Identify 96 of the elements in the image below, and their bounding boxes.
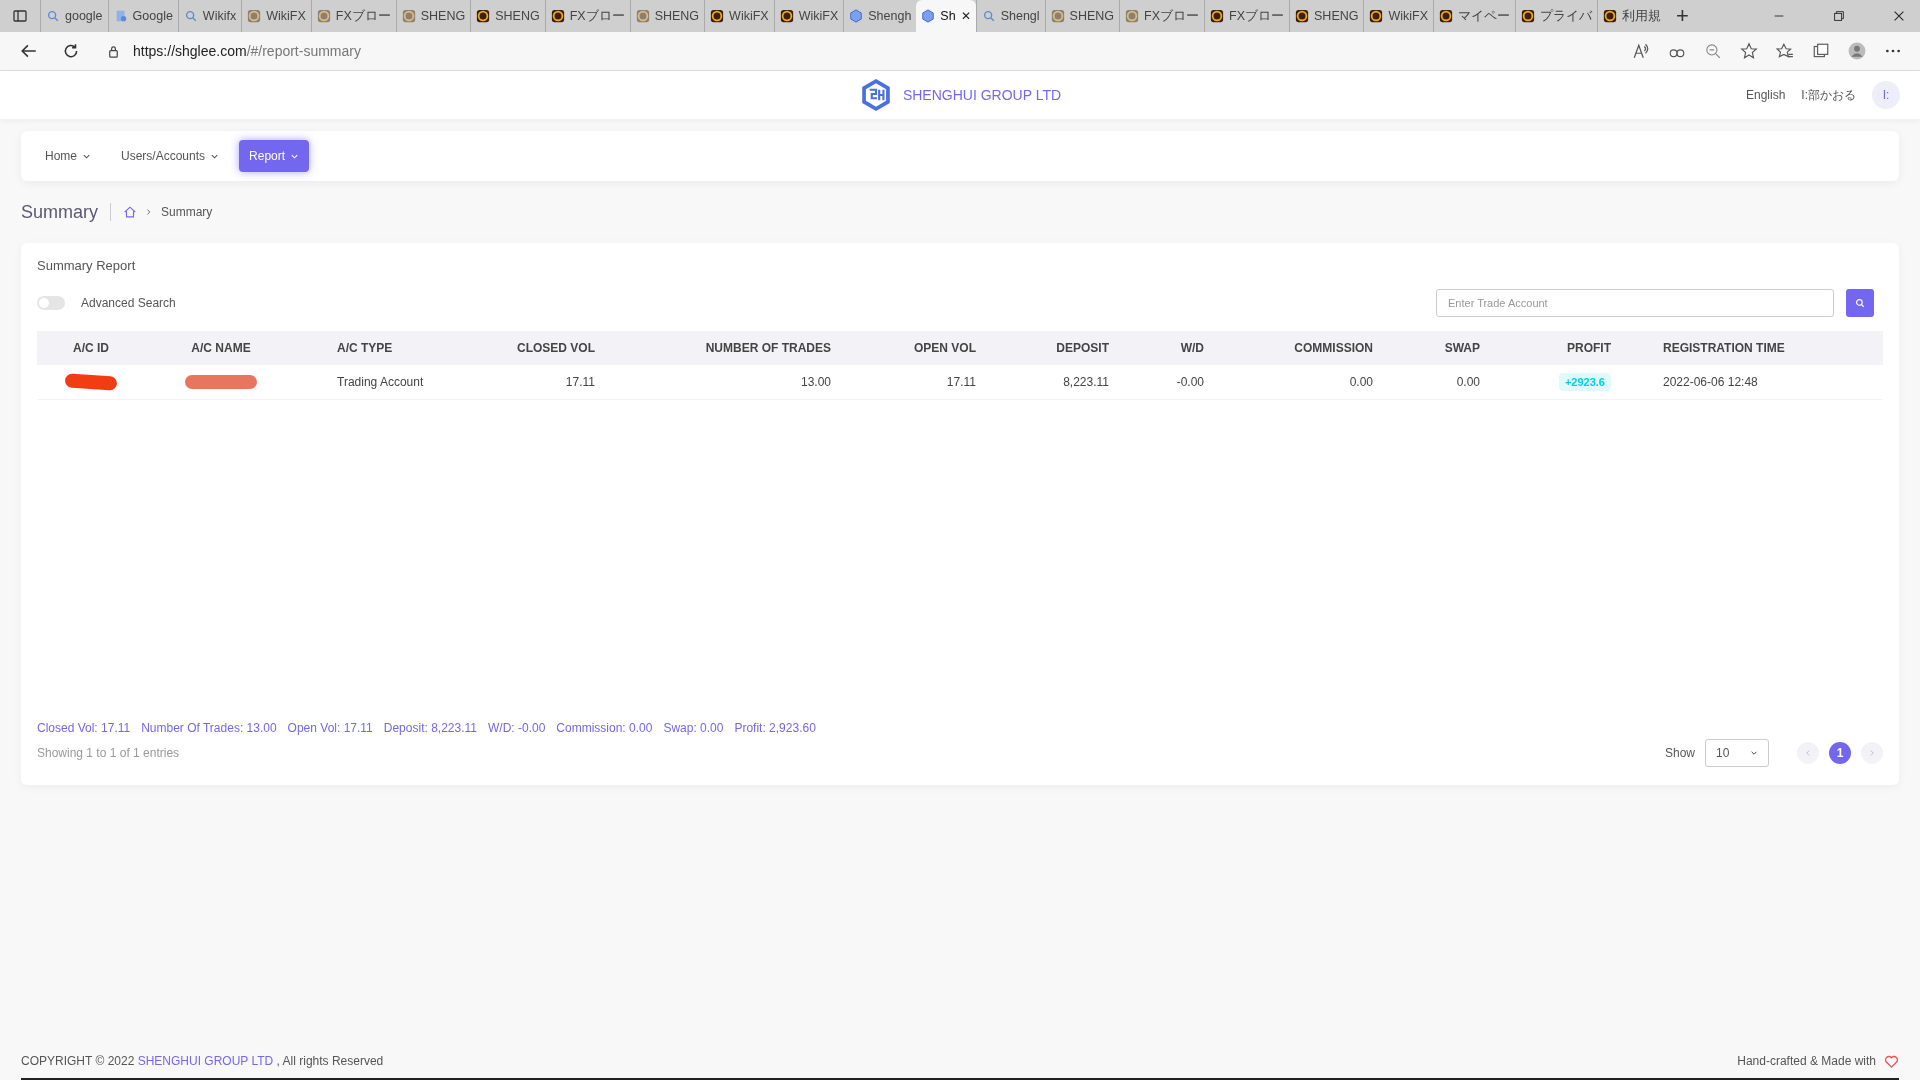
user-name[interactable]: I:部かおる [1801, 86, 1856, 104]
column-header: OPEN VOL [913, 341, 977, 355]
column-header: REGISTRATION TIME [1662, 341, 1786, 355]
profit-badge: +2923.6 [1558, 373, 1611, 391]
table-cell: 8,223.11 [1063, 375, 1109, 389]
column-header: SWAP [1443, 341, 1481, 355]
column-header: PROFIT [1566, 341, 1612, 355]
site-logo-icon [779, 9, 794, 23]
refresh-icon[interactable] [62, 42, 80, 60]
column-header: A/C NAME [190, 341, 252, 355]
close-tab-button[interactable]: ✕ [960, 9, 971, 23]
column-header: CLOSED VOL [516, 341, 596, 355]
restore-icon[interactable] [1832, 9, 1846, 23]
cube-logo-icon [849, 9, 864, 23]
breadcrumb-item[interactable]: Summary [161, 205, 213, 219]
search-icon [46, 9, 60, 23]
zoom-out-icon[interactable] [1704, 42, 1722, 60]
entries-info: Showing 1 to 1 of 1 entries [37, 746, 180, 760]
new-tab-button[interactable]: + [1676, 3, 1689, 29]
brand-name[interactable]: SHENGHUI GROUP LTD [902, 87, 1062, 103]
total-text: Deposit: 8,223.11 [383, 721, 477, 735]
add-favorite-icon[interactable] [1740, 42, 1758, 60]
profile-icon[interactable] [1848, 42, 1866, 60]
read-aloud-icon[interactable] [1632, 42, 1650, 60]
site-logo-icon [1369, 9, 1384, 23]
close-icon[interactable] [1892, 9, 1906, 23]
site-logo-icon [710, 9, 725, 23]
total-text: Commission: 0.00 [556, 721, 653, 735]
made-with-text: Hand-crafted & Made with [1737, 1054, 1876, 1068]
column-header: W/D [1179, 341, 1205, 355]
redaction-mark [185, 375, 257, 390]
site-logo-icon [635, 9, 650, 23]
column-header: DEPOSIT [1055, 341, 1110, 355]
search-icon [981, 9, 996, 23]
collections-icon[interactable] [1812, 42, 1830, 60]
page-title: Summary [21, 201, 98, 223]
site-logo-icon [1125, 9, 1140, 23]
language-selector[interactable]: English [1745, 88, 1786, 102]
heart-icon [1884, 1053, 1899, 1069]
site-logo-icon [1439, 9, 1454, 23]
total-text: Swap: 0.00 [663, 721, 724, 735]
site-logo-icon [1050, 9, 1065, 23]
chevron-down-icon [1750, 749, 1758, 757]
show-label: Show [1664, 746, 1695, 760]
column-header: A/C ID [72, 341, 110, 355]
search-icon [183, 9, 198, 23]
address-bar[interactable]: https://shglee.com/#/report-summary [106, 43, 1632, 59]
column-header: NUMBER OF TRADES [704, 341, 832, 355]
total-text: W/D: -0.00 [487, 721, 546, 735]
total-text: Closed Vol: 17.11 [37, 721, 131, 735]
site-logo-icon [1210, 9, 1225, 23]
total-text: Number Of Trades: 13.00 [141, 721, 277, 735]
redaction-mark [64, 373, 118, 392]
total-text: Profit: 2,923.60 [734, 721, 816, 735]
table-cell: -0.00 [1176, 375, 1204, 389]
nav-menu-item[interactable]: Home [35, 140, 101, 172]
search-button[interactable] [1846, 289, 1874, 317]
lock-icon [106, 43, 121, 59]
card-title: Summary Report [37, 258, 137, 273]
search-field[interactable]: Enter Trade Account [1436, 289, 1834, 317]
table-cell: 13.00 [800, 375, 831, 389]
advanced-search-label: Advanced Search [81, 296, 176, 310]
total-text: Open Vol: 17.11 [287, 721, 373, 735]
home-icon[interactable] [123, 205, 137, 219]
table-cell: 17.11 [565, 375, 595, 389]
copyright-text: COPYRIGHT © 2022 SHENGHUI GROUP LTD , All rights Reserved [21, 1054, 384, 1068]
page-size-select[interactable]: 10 [1705, 739, 1769, 767]
site-logo-icon [550, 9, 565, 23]
chevron-right-icon [1868, 749, 1876, 757]
site-logo-icon [1521, 9, 1536, 23]
site-logo-icon [1603, 9, 1618, 23]
cube-logo-icon [921, 9, 936, 23]
page-button[interactable]: 1 [1829, 742, 1851, 764]
site-logo-icon [316, 9, 331, 23]
site-logo-icon [247, 9, 262, 23]
nav-menu-item[interactable]: Users/Accounts [111, 140, 230, 172]
search-icon [1855, 298, 1865, 308]
tab-list-icon[interactable] [12, 8, 28, 24]
favorites-icon[interactable] [1776, 42, 1794, 60]
back-icon[interactable] [20, 42, 38, 60]
user-avatar[interactable]: I: [1872, 81, 1900, 109]
column-header: A/C TYPE [336, 341, 394, 355]
site-logo-icon [476, 9, 491, 23]
toggle-switch[interactable] [37, 296, 65, 310]
chevron-icon [145, 208, 153, 216]
browser-tab[interactable]: Sh ✕ [916, 0, 976, 32]
table-cell: 0.00 [1349, 375, 1373, 389]
site-logo-icon [401, 9, 416, 23]
table-cell: Trading Account [337, 375, 424, 389]
column-header: COMMISSION [1293, 341, 1374, 355]
nav-menu-item[interactable]: Report [239, 140, 310, 172]
site-logo-icon [1295, 9, 1309, 23]
table-cell: 0.00 [1456, 375, 1480, 389]
table-cell: 2022-06-06 12:48 [1663, 375, 1758, 389]
chevron-left-icon [1804, 749, 1812, 757]
table-cell: 17.11 [946, 375, 976, 389]
